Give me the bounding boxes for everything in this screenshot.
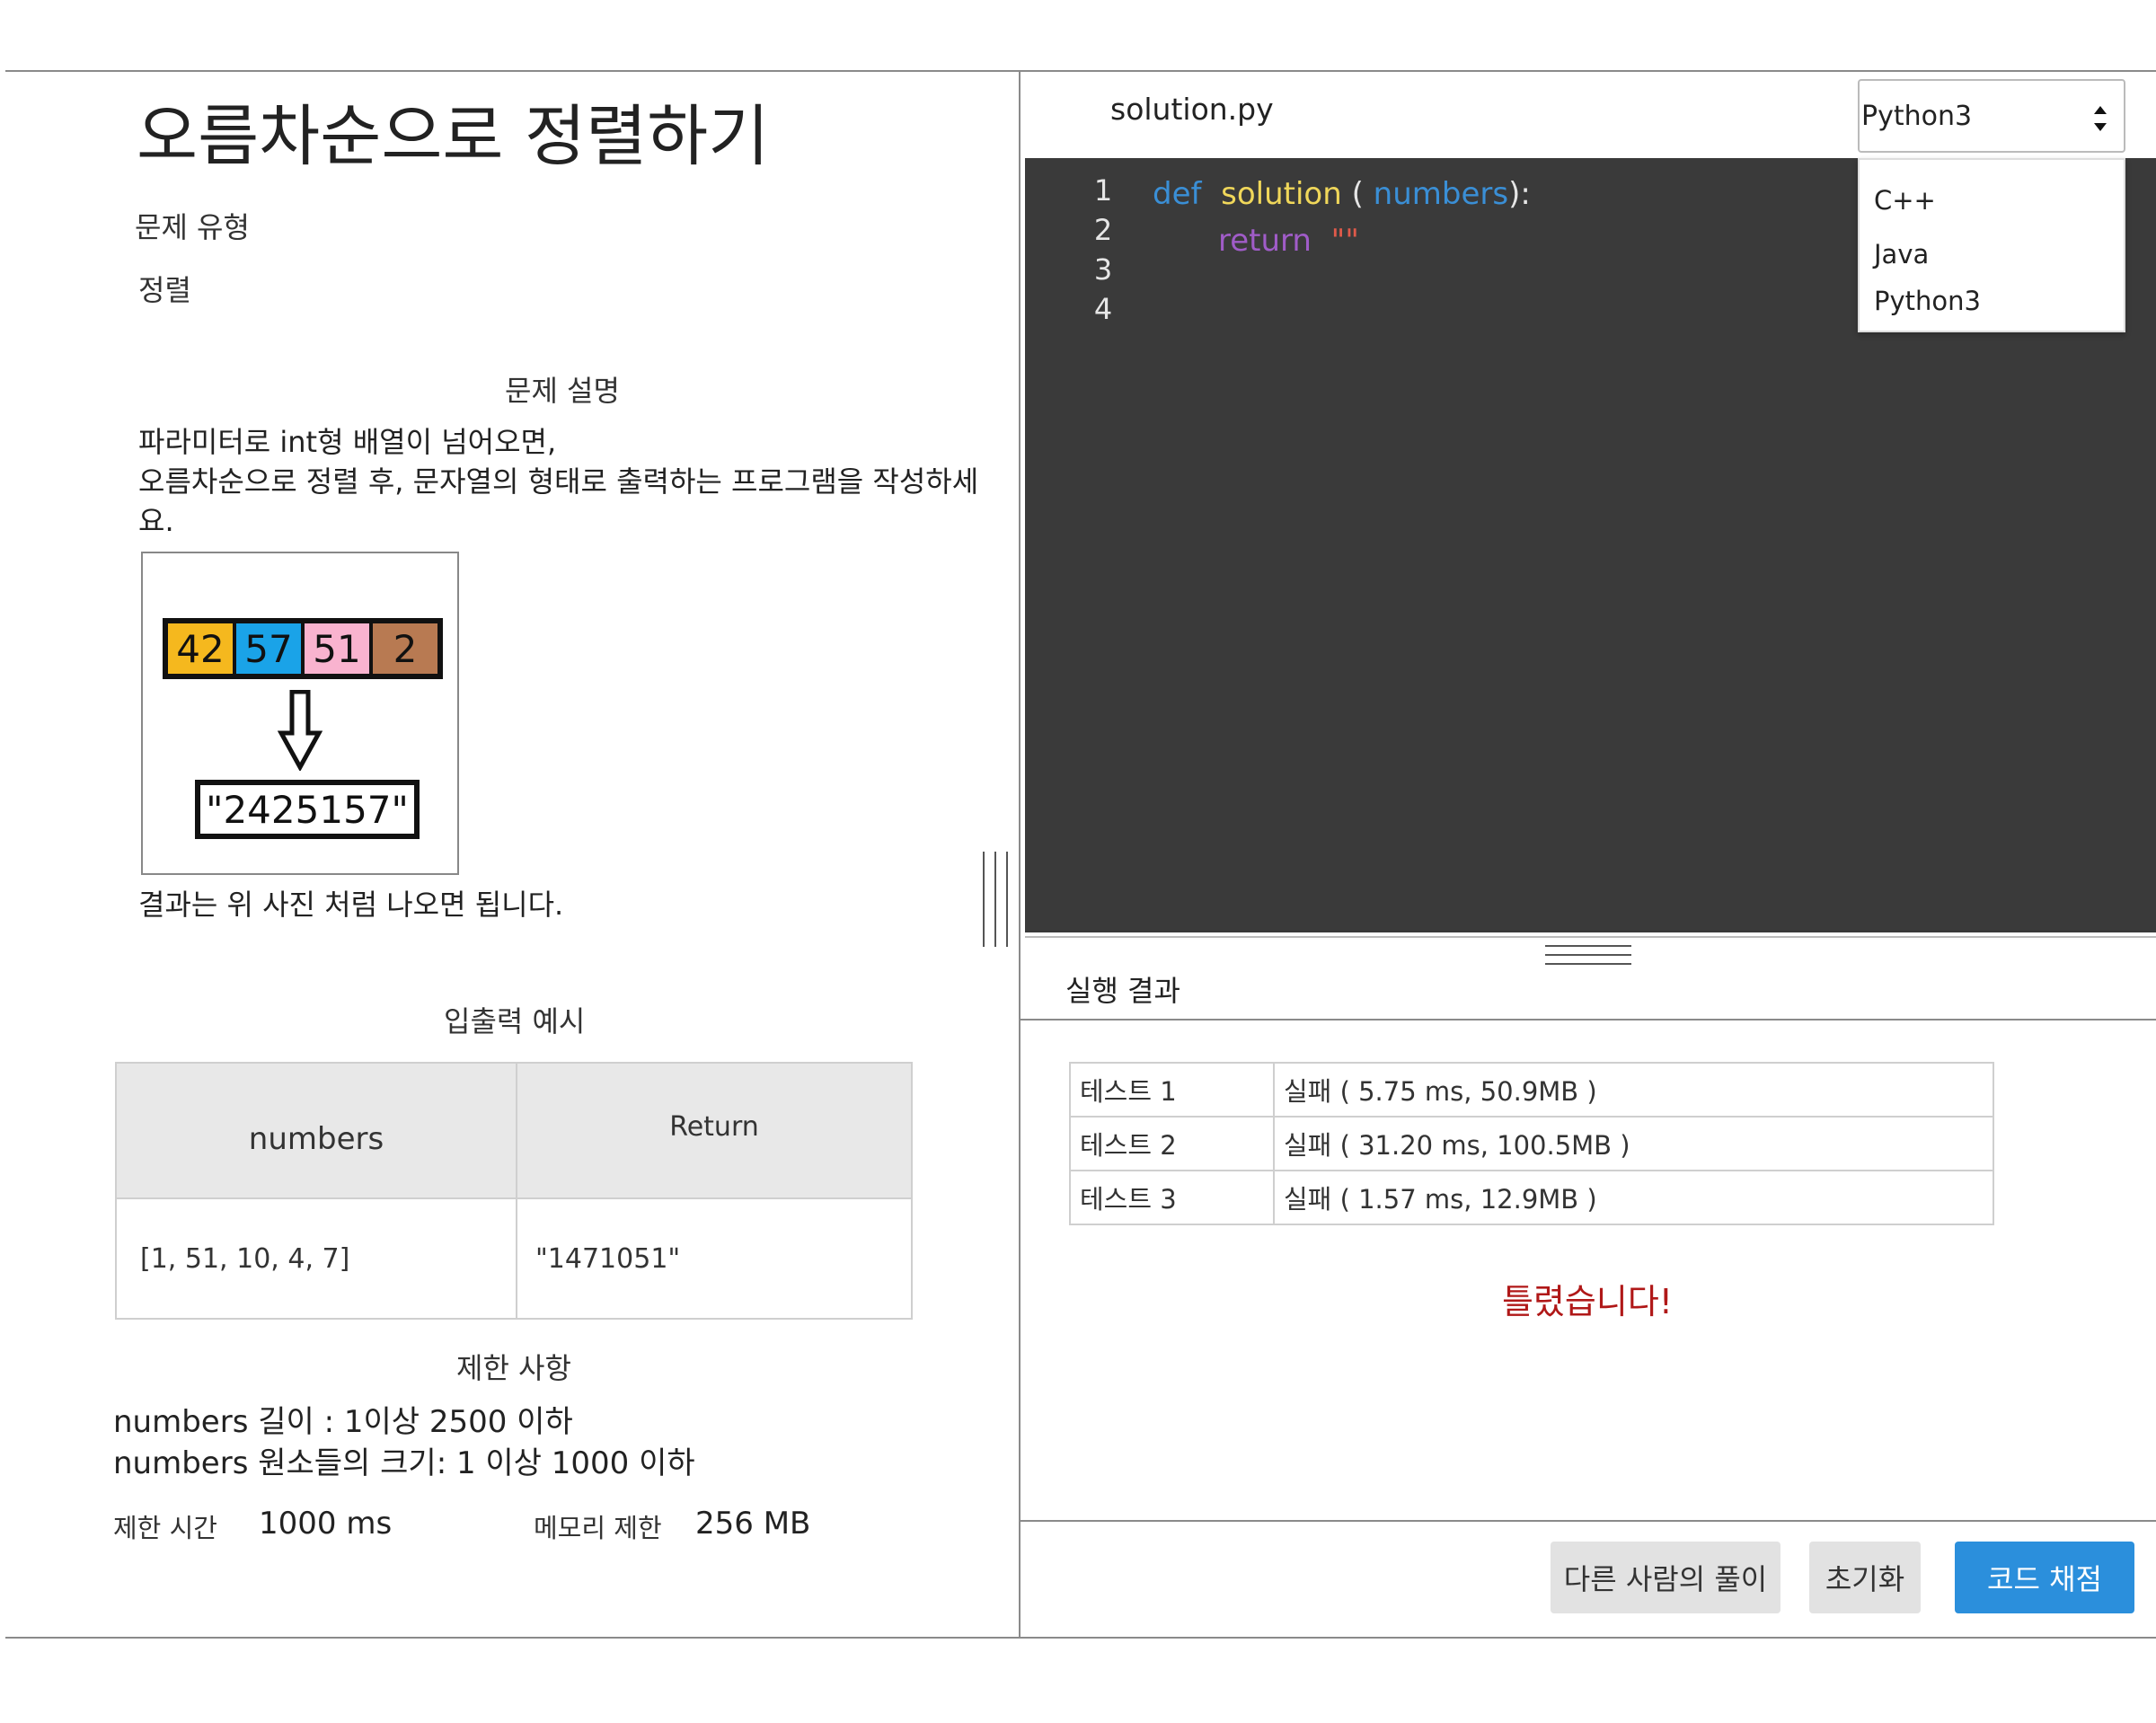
table-cell: "1471051" xyxy=(516,1197,913,1320)
figure-array: 42 57 51 2 xyxy=(163,618,443,679)
test-result: 실패 ( 1.57 ms, 12.9MB ) xyxy=(1273,1170,1994,1225)
language-select[interactable]: Python3 xyxy=(1858,79,2125,153)
others-solution-button[interactable]: 다른 사람의 풀이 xyxy=(1551,1542,1780,1613)
io-heading: 입출력 예시 xyxy=(444,1004,586,1038)
test-name: 테스트 2 xyxy=(1069,1116,1275,1171)
table-header: numbers xyxy=(115,1062,517,1199)
description-line: 파라미터로 int형 배열이 넘어오면, xyxy=(138,425,557,459)
figure-note: 결과는 위 사진 처럼 나오면 됩니다. xyxy=(138,888,564,922)
test-result: 실패 ( 31.20 ms, 100.5MB ) xyxy=(1273,1116,1994,1171)
table-header: Return xyxy=(516,1062,913,1199)
run-result-title: 실행 결과 xyxy=(1065,974,1180,1008)
language-selected: Python3 xyxy=(1861,101,1973,132)
reset-button[interactable]: 초기화 xyxy=(1809,1542,1921,1613)
table-row: [1, 51, 10, 4, 7] "1471051" xyxy=(115,1197,913,1320)
problem-type-value: 정렬 xyxy=(138,273,191,307)
memory-limit-value: 256 MB xyxy=(695,1506,811,1542)
code-param: numbers xyxy=(1373,176,1509,212)
code-paren: ( xyxy=(1351,176,1364,212)
io-example-table: numbers Return [1, 51, 10, 4, 7] "147105… xyxy=(115,1062,913,1320)
actions-divider xyxy=(1021,1520,2156,1522)
language-option[interactable]: Java xyxy=(1874,239,1929,269)
line-numbers: 1 2 3 4 xyxy=(1081,171,1126,329)
bottom-divider xyxy=(5,1637,2156,1639)
line-number: 2 xyxy=(1093,213,1113,247)
code-function-name: solution xyxy=(1221,176,1342,212)
description-line: 요. xyxy=(138,504,174,538)
problem-title: 오름차순으로 정렬하기 xyxy=(137,98,770,175)
line-number: 4 xyxy=(1093,292,1113,326)
line-number: 3 xyxy=(1093,252,1113,287)
table-row: 테스트 2 실패 ( 31.20 ms, 100.5MB ) xyxy=(1069,1116,1994,1171)
time-limit-label: 제한 시간 xyxy=(113,1513,217,1543)
pane-divider xyxy=(1019,70,1021,1639)
code-paren: ): xyxy=(1508,176,1531,212)
description-line: 오름차순으로 정렬 후, 문자열의 형태로 출력하는 프로그램을 작성하세 xyxy=(138,464,979,499)
memory-limit-label: 메모리 제한 xyxy=(534,1513,662,1543)
problem-type-label: 문제 유형 xyxy=(135,210,250,244)
figure-array-cell: 2 xyxy=(373,623,437,674)
language-option[interactable]: Python3 xyxy=(1874,286,1981,316)
submit-button[interactable]: 코드 채점 xyxy=(1955,1542,2134,1613)
down-arrow-icon xyxy=(278,690,323,771)
language-option[interactable]: C++ xyxy=(1874,185,1936,216)
editor-filename: solution.py xyxy=(1110,92,1274,127)
code-string: "" xyxy=(1330,223,1359,259)
time-limit-value: 1000 ms xyxy=(259,1506,393,1542)
table-row: 테스트 1 실패 ( 5.75 ms, 50.9MB ) xyxy=(1069,1062,1994,1118)
test-name: 테스트 3 xyxy=(1069,1170,1275,1225)
line-number: 1 xyxy=(1093,173,1113,208)
vertical-resize-handle[interactable] xyxy=(983,852,1010,947)
limit-item: numbers 길이 : 1이상 2500 이하 xyxy=(113,1404,573,1440)
table-row: 테스트 3 실패 ( 1.57 ms, 12.9MB ) xyxy=(1069,1170,1994,1225)
select-updown-icon xyxy=(2094,106,2107,131)
code-content[interactable]: def solution ( numbers): return "" xyxy=(1153,171,1531,264)
problem-description: 파라미터로 int형 배열이 넘어오면, 오름차순으로 정렬 후, 문자열의 형… xyxy=(138,422,983,541)
verdict-text: 틀렸습니다! xyxy=(1502,1282,1674,1321)
limits-heading: 제한 사항 xyxy=(456,1351,571,1385)
editor-bottom-border xyxy=(1025,936,2156,938)
code-keyword-def: def xyxy=(1153,176,1202,212)
horizontal-resize-handle[interactable] xyxy=(1545,945,1631,972)
test-results-table: 테스트 1 실패 ( 5.75 ms, 50.9MB ) 테스트 2 실패 ( … xyxy=(1069,1062,1994,1225)
figure-result: "2425157" xyxy=(195,780,420,839)
description-heading: 문제 설명 xyxy=(505,374,620,408)
limit-item: numbers 원소들의 크기: 1 이상 1000 이하 xyxy=(113,1445,695,1481)
result-divider xyxy=(1021,1019,2156,1021)
limits-list: numbers 길이 : 1이상 2500 이하 numbers 원소들의 크기… xyxy=(113,1401,695,1484)
top-divider xyxy=(5,70,2156,72)
test-name: 테스트 1 xyxy=(1069,1062,1275,1118)
figure-array-cell: 51 xyxy=(305,623,369,674)
language-dropdown: C++ Java Python3 xyxy=(1858,158,2125,332)
figure-array-cell: 42 xyxy=(168,623,233,674)
figure-array-cell: 57 xyxy=(236,623,301,674)
code-keyword-return: return xyxy=(1218,223,1312,259)
example-figure: 42 57 51 2 "2425157" xyxy=(141,552,459,875)
test-result: 실패 ( 5.75 ms, 50.9MB ) xyxy=(1273,1062,1994,1118)
table-header-row: numbers Return xyxy=(115,1062,913,1199)
table-cell: [1, 51, 10, 4, 7] xyxy=(115,1197,517,1320)
